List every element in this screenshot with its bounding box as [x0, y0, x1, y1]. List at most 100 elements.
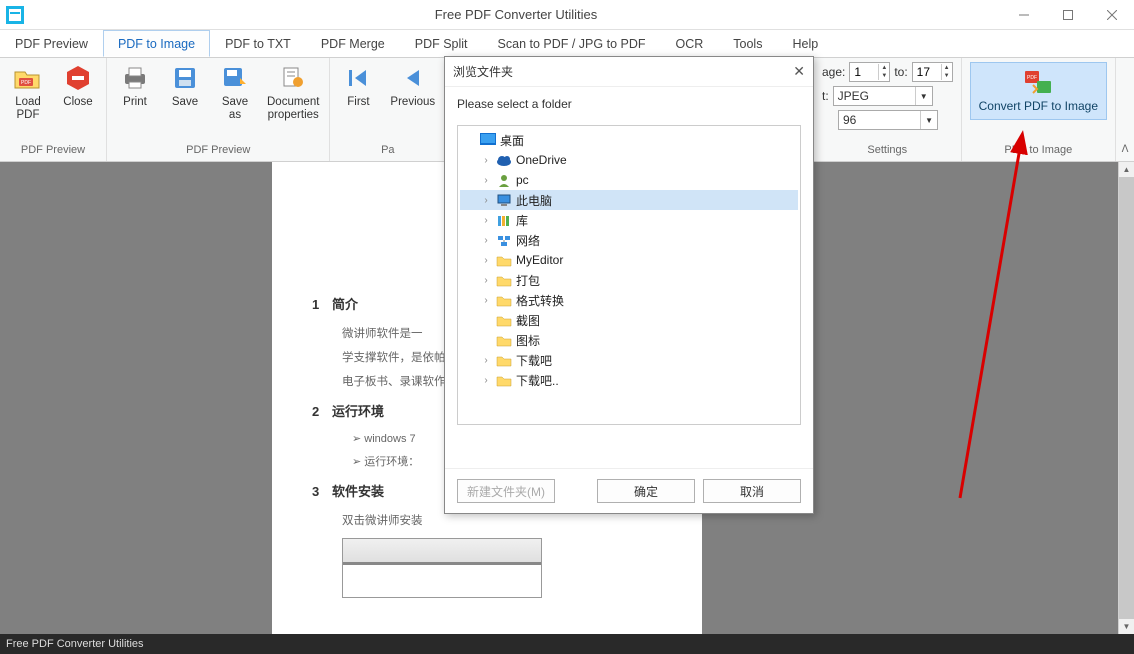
- tab-help[interactable]: Help: [777, 30, 833, 57]
- library-icon: [496, 213, 512, 227]
- tree-item[interactable]: ›下载吧: [460, 350, 798, 370]
- folder-icon: [496, 293, 512, 307]
- print-button[interactable]: Print: [113, 60, 157, 112]
- titlebar: Free PDF Converter Utilities: [0, 0, 1134, 30]
- scrollbar-thumb[interactable]: [1119, 177, 1134, 618]
- ok-button[interactable]: 确定: [597, 479, 695, 503]
- page-to-spinner[interactable]: ▲▼: [912, 62, 953, 82]
- group-label-preview: PDF Preview: [6, 144, 100, 159]
- expand-icon[interactable]: ›: [480, 355, 492, 366]
- tree-item[interactable]: ›OneDrive: [460, 150, 798, 170]
- tab-pdf-to-image[interactable]: PDF to Image: [103, 30, 210, 57]
- desktop-icon: [480, 133, 496, 147]
- first-label: First: [347, 96, 369, 109]
- document-properties-button[interactable]: Document properties: [263, 60, 323, 125]
- folder-open-icon: PDF: [13, 63, 43, 93]
- folder-icon: [496, 273, 512, 287]
- tab-pdf-preview[interactable]: PDF Preview: [0, 30, 103, 57]
- window-title: Free PDF Converter Utilities: [30, 7, 1002, 22]
- expand-icon[interactable]: ›: [480, 175, 492, 186]
- tree-item-label: 库: [516, 212, 528, 229]
- tree-item-label: 网络: [516, 232, 540, 249]
- load-pdf-label: Load PDF: [15, 96, 41, 122]
- tree-item[interactable]: 截图: [460, 310, 798, 330]
- expand-icon[interactable]: ›: [480, 155, 492, 166]
- dpi-value: 96: [843, 113, 856, 127]
- tab-pdf-merge[interactable]: PDF Merge: [306, 30, 400, 57]
- load-pdf-button[interactable]: PDF Load PDF: [6, 60, 50, 125]
- close-icon: [63, 63, 93, 93]
- tree-item-label: 图标: [516, 332, 540, 349]
- page-label: age:: [822, 65, 845, 79]
- format-value: JPEG: [838, 89, 869, 103]
- first-page-button[interactable]: First: [336, 60, 380, 112]
- expand-icon[interactable]: ›: [480, 275, 492, 286]
- document-properties-icon: [278, 63, 308, 93]
- save-button[interactable]: Save: [163, 60, 207, 112]
- ribbon-collapse-button[interactable]: ᐱ: [1116, 58, 1134, 161]
- tree-item[interactable]: ›库: [460, 210, 798, 230]
- group-label-convert: PDF to Image: [1004, 144, 1072, 159]
- save-as-label: Save as: [222, 96, 248, 122]
- previous-label: Previous: [390, 96, 435, 109]
- expand-icon[interactable]: ›: [480, 195, 492, 206]
- save-as-button[interactable]: Save as: [213, 60, 257, 125]
- tab-pdf-split[interactable]: PDF Split: [400, 30, 483, 57]
- tree-item[interactable]: › 打包: [460, 270, 798, 290]
- maximize-button[interactable]: [1046, 0, 1090, 30]
- folder-tree[interactable]: 桌面›OneDrive›pc›此电脑›库›网络›MyEditor›打包›格式转换…: [457, 125, 801, 425]
- vertical-scrollbar[interactable]: ▲ ▼: [1118, 162, 1134, 634]
- settings-group: age: ▲▼ to: ▲▼ t: JPEG ▼: [814, 58, 962, 161]
- dialog-close-button[interactable]: ✕: [793, 63, 805, 80]
- expand-icon[interactable]: ›: [480, 215, 492, 226]
- tree-item[interactable]: 图标: [460, 330, 798, 350]
- dialog-title: 浏览文件夹: [453, 63, 513, 80]
- tree-item[interactable]: ›pc: [460, 170, 798, 190]
- expand-icon[interactable]: ›: [480, 235, 492, 246]
- format-select[interactable]: JPEG ▼: [833, 86, 933, 106]
- tree-item[interactable]: › 网络: [460, 230, 798, 250]
- expand-icon[interactable]: ›: [480, 375, 492, 386]
- tree-item[interactable]: › 下载吧..: [460, 370, 798, 390]
- close-window-button[interactable]: [1090, 0, 1134, 30]
- minimize-button[interactable]: [1002, 0, 1046, 30]
- scroll-up-button[interactable]: ▲: [1119, 162, 1134, 177]
- save-as-icon: [220, 63, 250, 93]
- group-label-settings: Settings: [822, 144, 953, 159]
- folder-icon: [496, 353, 512, 367]
- printer-icon: [120, 63, 150, 93]
- tab-pdf-to-txt[interactable]: PDF to TXT: [210, 30, 306, 57]
- expand-icon[interactable]: ›: [480, 255, 492, 266]
- new-folder-button[interactable]: 新建文件夹(M): [457, 479, 555, 503]
- previous-page-button[interactable]: Previous: [386, 60, 439, 112]
- tree-item-label: 桌面: [500, 132, 524, 149]
- tab-ocr[interactable]: OCR: [661, 30, 719, 57]
- convert-pdf-to-image-button[interactable]: PDF Convert PDF to Image: [970, 62, 1107, 120]
- svg-text:PDF: PDF: [21, 80, 31, 86]
- statusbar: Free PDF Converter Utilities: [0, 634, 1134, 654]
- tab-tools[interactable]: Tools: [718, 30, 777, 57]
- save-icon: [170, 63, 200, 93]
- dialog-prompt: Please select a folder: [457, 97, 801, 111]
- tab-scan-to-pdf[interactable]: Scan to PDF / JPG to PDF: [483, 30, 661, 57]
- cancel-button[interactable]: 取消: [703, 479, 801, 503]
- page-from-spinner[interactable]: ▲▼: [849, 62, 890, 82]
- dpi-select[interactable]: 96 ▼: [838, 110, 938, 130]
- expand-icon[interactable]: ›: [480, 295, 492, 306]
- tree-item-label: 此电脑: [516, 192, 552, 209]
- scroll-down-button[interactable]: ▼: [1119, 619, 1134, 634]
- tree-item-label: 截图: [516, 312, 540, 329]
- tree-item[interactable]: › 此电脑: [460, 190, 798, 210]
- group-label-pages: Pa: [336, 144, 439, 159]
- folder-icon: [496, 253, 512, 267]
- page-from-input[interactable]: [850, 63, 878, 81]
- tree-item[interactable]: 桌面: [460, 130, 798, 150]
- tree-item-label: 格式转换: [516, 292, 564, 309]
- close-label: Close: [63, 96, 92, 109]
- page-to-input[interactable]: [913, 63, 941, 81]
- tree-item[interactable]: ›MyEditor: [460, 250, 798, 270]
- close-doc-button[interactable]: Close: [56, 60, 100, 112]
- tree-item[interactable]: › 格式转换: [460, 290, 798, 310]
- tree-item-label: 打包: [516, 272, 540, 289]
- tree-item-label: 下载吧..: [516, 372, 559, 389]
